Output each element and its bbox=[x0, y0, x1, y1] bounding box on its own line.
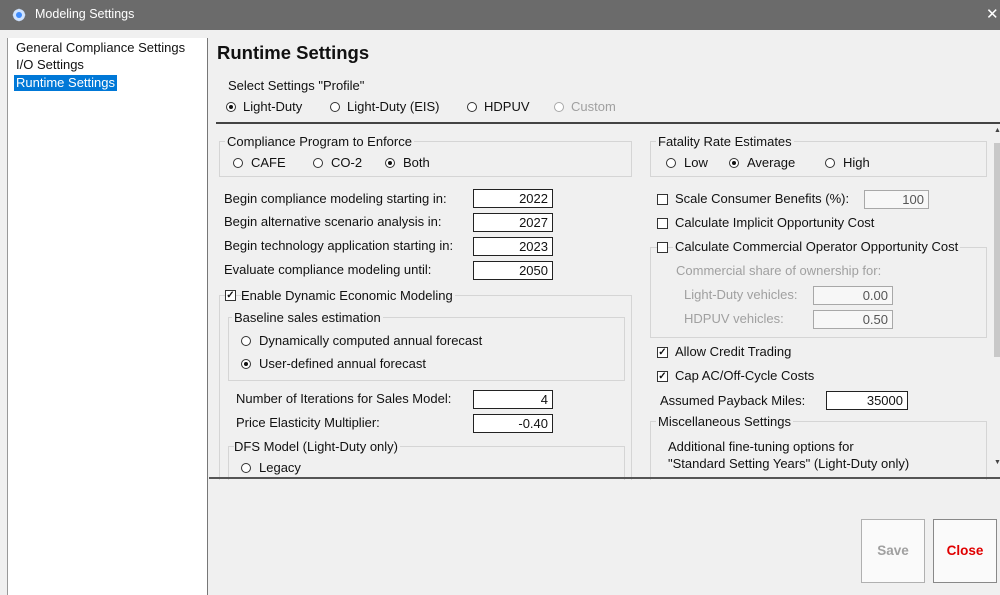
save-button[interactable]: Save bbox=[861, 519, 925, 583]
hd-vehicles-input: 0.50 bbox=[813, 310, 893, 329]
commercial-share-label: Commercial share of ownership for: bbox=[676, 263, 882, 278]
elasticity-label: Price Elasticity Multiplier: bbox=[236, 415, 380, 430]
credit-trading-label[interactable]: Allow Credit Trading bbox=[675, 344, 791, 359]
profile-light-duty-label[interactable]: Light-Duty bbox=[243, 99, 302, 114]
payback-miles-label: Assumed Payback Miles: bbox=[660, 393, 806, 408]
implicit-cost-label[interactable]: Calculate Implicit Opportunity Cost bbox=[675, 215, 874, 230]
fatality-low-label[interactable]: Low bbox=[684, 155, 708, 170]
payback-miles-input[interactable]: 35000 bbox=[826, 391, 908, 410]
profile-label: Select Settings "Profile" bbox=[228, 78, 365, 93]
header-separator bbox=[216, 122, 1000, 124]
program-cafe-radio[interactable] bbox=[233, 158, 243, 168]
scale-consumer-input: 100 bbox=[864, 190, 929, 209]
program-co2-label[interactable]: CO-2 bbox=[331, 155, 362, 170]
ld-vehicles-input: 0.00 bbox=[813, 286, 893, 305]
profile-hdpuv-label[interactable]: HDPUV bbox=[484, 99, 530, 114]
compliance-program-label: Compliance Program to Enforce bbox=[225, 134, 414, 149]
ld-vehicles-label: Light-Duty vehicles: bbox=[684, 287, 798, 302]
scale-consumer-label[interactable]: Scale Consumer Benefits (%): bbox=[675, 191, 849, 206]
scroll-down-icon[interactable]: ▼ bbox=[994, 459, 1000, 467]
profile-light-duty-radio[interactable] bbox=[226, 102, 236, 112]
window-title: Modeling Settings bbox=[35, 7, 135, 21]
profile-light-duty-eis-radio[interactable] bbox=[330, 102, 340, 112]
scroll-up-icon[interactable]: ▲ bbox=[994, 127, 1000, 135]
fatality-high-radio[interactable] bbox=[825, 158, 835, 168]
alt-scenario-input[interactable]: 2027 bbox=[473, 213, 553, 232]
dfs-legacy-radio[interactable] bbox=[241, 463, 251, 473]
tech-start-input[interactable]: 2023 bbox=[473, 237, 553, 256]
iterations-label: Number of Iterations for Sales Model: bbox=[236, 391, 452, 406]
misc-line-1: Additional fine-tuning options for bbox=[668, 439, 854, 454]
vertical-scrollbar[interactable]: ▲ ▼ bbox=[994, 127, 1000, 467]
tech-start-label: Begin technology application starting in… bbox=[224, 238, 454, 253]
credit-trading-checkbox[interactable]: ✓ bbox=[657, 347, 668, 358]
baseline-dynamic-label[interactable]: Dynamically computed annual forecast bbox=[259, 333, 482, 348]
app-icon bbox=[12, 8, 26, 22]
dfs-model-label: DFS Model (Light-Duty only) bbox=[234, 439, 400, 454]
evaluate-until-label: Evaluate compliance modeling until: bbox=[224, 262, 432, 277]
compliance-start-label: Begin compliance modeling starting in: bbox=[224, 191, 447, 206]
implicit-cost-checkbox[interactable] bbox=[657, 218, 668, 229]
program-both-radio[interactable] bbox=[385, 158, 395, 168]
scrollbar-thumb[interactable] bbox=[994, 143, 1000, 357]
profile-custom-radio bbox=[554, 102, 564, 112]
fatality-high-label[interactable]: High bbox=[843, 155, 870, 170]
dynamic-modeling-checkbox[interactable]: ✓ bbox=[225, 290, 236, 301]
settings-nav: General Compliance Settings I/O Settings… bbox=[7, 38, 208, 595]
elasticity-input[interactable]: -0.40 bbox=[473, 414, 553, 433]
nav-item-runtime-settings[interactable]: Runtime Settings bbox=[14, 75, 117, 91]
baseline-sales-group bbox=[228, 317, 625, 381]
nav-item-io-settings[interactable]: I/O Settings bbox=[14, 57, 86, 73]
baseline-sales-label: Baseline sales estimation bbox=[232, 310, 383, 325]
close-button[interactable]: Close bbox=[933, 519, 997, 583]
hd-vehicles-label: HDPUV vehicles: bbox=[684, 311, 784, 326]
fatality-average-label[interactable]: Average bbox=[747, 155, 795, 170]
baseline-user-defined-radio[interactable] bbox=[241, 359, 251, 369]
misc-line-2: "Standard Setting Years" (Light-Duty onl… bbox=[668, 456, 910, 471]
profile-light-duty-eis-label[interactable]: Light-Duty (EIS) bbox=[347, 99, 439, 114]
commercial-cost-checkbox[interactable] bbox=[657, 242, 668, 253]
program-cafe-label[interactable]: CAFE bbox=[251, 155, 286, 170]
compliance-start-input[interactable]: 2022 bbox=[473, 189, 553, 208]
program-both-label[interactable]: Both bbox=[403, 155, 430, 170]
cap-costs-label[interactable]: Cap AC/Off-Cycle Costs bbox=[675, 368, 814, 383]
misc-label: Miscellaneous Settings bbox=[656, 414, 793, 429]
alt-scenario-label: Begin alternative scenario analysis in: bbox=[224, 214, 442, 229]
dynamic-modeling-label[interactable]: Enable Dynamic Economic Modeling bbox=[241, 288, 455, 303]
evaluate-until-input[interactable]: 2050 bbox=[473, 261, 553, 280]
title-bar: Modeling Settings ✕ bbox=[0, 0, 1000, 30]
iterations-input[interactable]: 4 bbox=[473, 390, 553, 409]
commercial-cost-label[interactable]: Calculate Commercial Operator Opportunit… bbox=[673, 239, 961, 254]
fatality-average-radio[interactable] bbox=[729, 158, 739, 168]
fatality-label: Fatality Rate Estimates bbox=[656, 134, 794, 149]
window-close-icon[interactable]: ✕ bbox=[986, 5, 999, 23]
baseline-user-defined-label[interactable]: User-defined annual forecast bbox=[259, 356, 426, 371]
profile-custom-label: Custom bbox=[571, 99, 616, 114]
page-title: Runtime Settings bbox=[217, 42, 370, 63]
fatality-low-radio[interactable] bbox=[666, 158, 676, 168]
baseline-dynamic-radio[interactable] bbox=[241, 336, 251, 346]
dfs-legacy-label[interactable]: Legacy bbox=[259, 460, 301, 475]
cap-costs-checkbox[interactable]: ✓ bbox=[657, 371, 668, 382]
profile-hdpuv-radio[interactable] bbox=[467, 102, 477, 112]
program-co2-radio[interactable] bbox=[313, 158, 323, 168]
bottom-separator bbox=[209, 477, 1000, 479]
nav-item-general-compliance[interactable]: General Compliance Settings bbox=[14, 40, 187, 56]
scale-consumer-checkbox[interactable] bbox=[657, 194, 668, 205]
